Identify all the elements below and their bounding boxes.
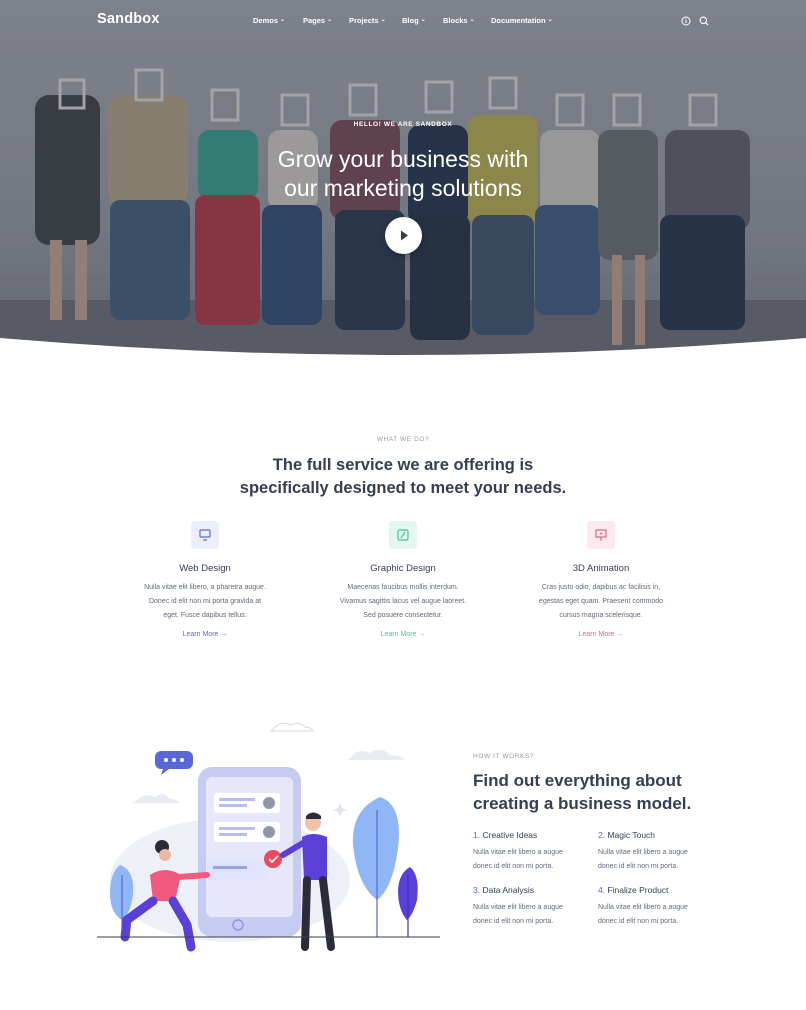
- service-card-graphic-design: Graphic Design Maecenas faucibus mollis …: [313, 521, 493, 641]
- menu-label: Pages: [303, 16, 326, 25]
- chevron-down-icon: ⌄: [327, 17, 333, 23]
- step-title: Magic Touch: [607, 830, 656, 840]
- services-title-line: The full service we are offering is: [272, 456, 534, 474]
- chevron-down-icon: ⌄: [380, 17, 386, 23]
- step-line: donec id elit non mi porta.: [473, 863, 554, 870]
- step-number: 3.: [473, 885, 481, 895]
- menu-label: Demos: [253, 16, 279, 25]
- how-title-line: Find out everything about: [473, 771, 682, 790]
- chevron-down-icon: ⌄: [280, 17, 286, 23]
- step-heading: 2. Magic Touch: [598, 830, 718, 840]
- service-line: egestas eget quam. Praesent commodo: [538, 598, 664, 605]
- step-creative-ideas: 1. Creative Ideas Nulla vitae elit liber…: [473, 830, 593, 874]
- monitor-icon: [191, 521, 219, 549]
- service-description: Nulla vitae elit libero, a pharetra augu…: [115, 581, 295, 623]
- how-title-line: creating a business model.: [473, 794, 692, 813]
- play-icon: [401, 230, 408, 241]
- step-line: Nulla vitae elit libero a augue: [473, 849, 563, 856]
- step-description: Nulla vitae elit libero a augue donec id …: [473, 901, 593, 929]
- step-title: Creative Ideas: [482, 830, 538, 840]
- service-description: Cras justo odio, dapibus ac facilisis in…: [511, 581, 691, 623]
- brand-logo[interactable]: Sandbox: [97, 11, 160, 27]
- service-card-web-design: Web Design Nulla vitae elit libero, a ph…: [115, 521, 295, 641]
- service-line: Nulla vitae elit libero, a pharetra augu…: [144, 584, 266, 591]
- play-video-button[interactable]: [385, 217, 422, 254]
- presentation-icon: [587, 521, 615, 549]
- services-title: The full service we are offering is spec…: [183, 454, 623, 500]
- step-title: Finalize Product: [607, 885, 669, 895]
- service-line: Donec id elit non mi porta gravida at: [148, 598, 262, 605]
- step-line: donec id elit non mi porta.: [473, 918, 554, 925]
- hero-title-line: our marketing solutions: [284, 175, 522, 201]
- service-line: Maecenas faucibus mollis interdum.: [347, 584, 459, 591]
- menu-item-blog[interactable]: Blog ⌄: [402, 16, 443, 25]
- search-icon[interactable]: [699, 16, 709, 26]
- hero-title-line: Grow your business with: [277, 146, 529, 172]
- info-icon[interactable]: [681, 16, 691, 26]
- step-line: Nulla vitae elit libero a augue: [473, 904, 563, 911]
- service-line: eget. Fusce dapibus tellus.: [163, 612, 247, 619]
- menu-label: Documentation: [491, 16, 546, 25]
- services-eyebrow: WHAT WE DO?: [376, 436, 430, 443]
- step-line: Nulla vitae elit libero a augue: [598, 849, 688, 856]
- step-number: 2.: [598, 830, 606, 840]
- chevron-down-icon: ⌄: [547, 17, 553, 23]
- step-description: Nulla vitae elit libero a augue donec id …: [473, 846, 593, 874]
- step-heading: 3. Data Analysis: [473, 885, 593, 895]
- step-data-analysis: 3. Data Analysis Nulla vitae elit libero…: [473, 885, 593, 929]
- step-heading: 4. Finalize Product: [598, 885, 718, 895]
- hero-wave-divider: [0, 338, 806, 372]
- menu-item-projects[interactable]: Projects ⌄: [349, 16, 402, 25]
- service-title: 3D Animation: [572, 563, 630, 574]
- menu-label: Blog: [402, 16, 419, 25]
- service-line: Vivamus sagittis lacus vel augue laoreet…: [339, 598, 467, 605]
- service-line: Cras justo odio, dapibus ac facilisis in…: [541, 584, 661, 591]
- menu-item-documentation[interactable]: Documentation ⌄: [491, 16, 561, 25]
- step-number: 1.: [473, 830, 481, 840]
- hero-eyebrow: HELLO! WE ARE SANDBOX: [353, 121, 453, 128]
- learn-more-link[interactable]: Learn More →: [183, 631, 228, 638]
- step-finalize-product: 4. Finalize Product Nulla vitae elit lib…: [598, 885, 718, 929]
- step-line: Nulla vitae elit libero a augue: [598, 904, 688, 911]
- chevron-down-icon: ⌄: [420, 17, 426, 23]
- learn-more-link[interactable]: Learn More →: [381, 631, 426, 638]
- menu-label: Blocks: [443, 16, 468, 25]
- hero-section: Sandbox Demos ⌄ Pages ⌄ Projects ⌄ Blog ⌄ Bl…: [0, 0, 806, 372]
- menu-label: Projects: [349, 16, 379, 25]
- step-title: Data Analysis: [482, 885, 534, 895]
- step-description: Nulla vitae elit libero a augue donec id …: [598, 901, 718, 929]
- menu-item-blocks[interactable]: Blocks ⌄: [443, 16, 491, 25]
- step-heading: 1. Creative Ideas: [473, 830, 593, 840]
- service-line: Sed posuere consectetur.: [363, 612, 443, 619]
- learn-more-link[interactable]: Learn More →: [579, 631, 624, 638]
- chevron-down-icon: ⌄: [469, 17, 475, 23]
- services-title-line: specifically designed to meet your needs…: [239, 479, 567, 497]
- design-tools-icon: [389, 521, 417, 549]
- service-title: Graphic Design: [370, 563, 436, 574]
- step-number: 4.: [598, 885, 606, 895]
- how-it-works-illustration: [97, 722, 440, 952]
- service-line: cursus magna scelerisque.: [559, 612, 643, 619]
- how-it-works-title: Find out everything about creating a bus…: [473, 769, 733, 815]
- step-magic-touch: 2. Magic Touch Nulla vitae elit libero a…: [598, 830, 718, 874]
- service-card-3d-animation: 3D Animation Cras justo odio, dapibus ac…: [511, 521, 691, 641]
- menu-item-demos[interactable]: Demos ⌄: [253, 16, 303, 25]
- step-line: donec id elit non mi porta.: [598, 918, 679, 925]
- hero-title: Grow your business with our marketing so…: [203, 145, 603, 203]
- menu-item-pages[interactable]: Pages ⌄: [303, 16, 349, 25]
- main-menu: Demos ⌄ Pages ⌄ Projects ⌄ Blog ⌄ Blocks ⌄ Do…: [253, 16, 561, 25]
- top-navbar: Sandbox Demos ⌄ Pages ⌄ Projects ⌄ Blog ⌄ Bl…: [0, 0, 806, 42]
- step-line: donec id elit non mi porta.: [598, 863, 679, 870]
- service-title: Web Design: [179, 563, 231, 574]
- step-description: Nulla vitae elit libero a augue donec id …: [598, 846, 718, 874]
- how-it-works-eyebrow: HOW IT WORKS?: [473, 753, 535, 760]
- service-description: Maecenas faucibus mollis interdum. Vivam…: [313, 581, 493, 623]
